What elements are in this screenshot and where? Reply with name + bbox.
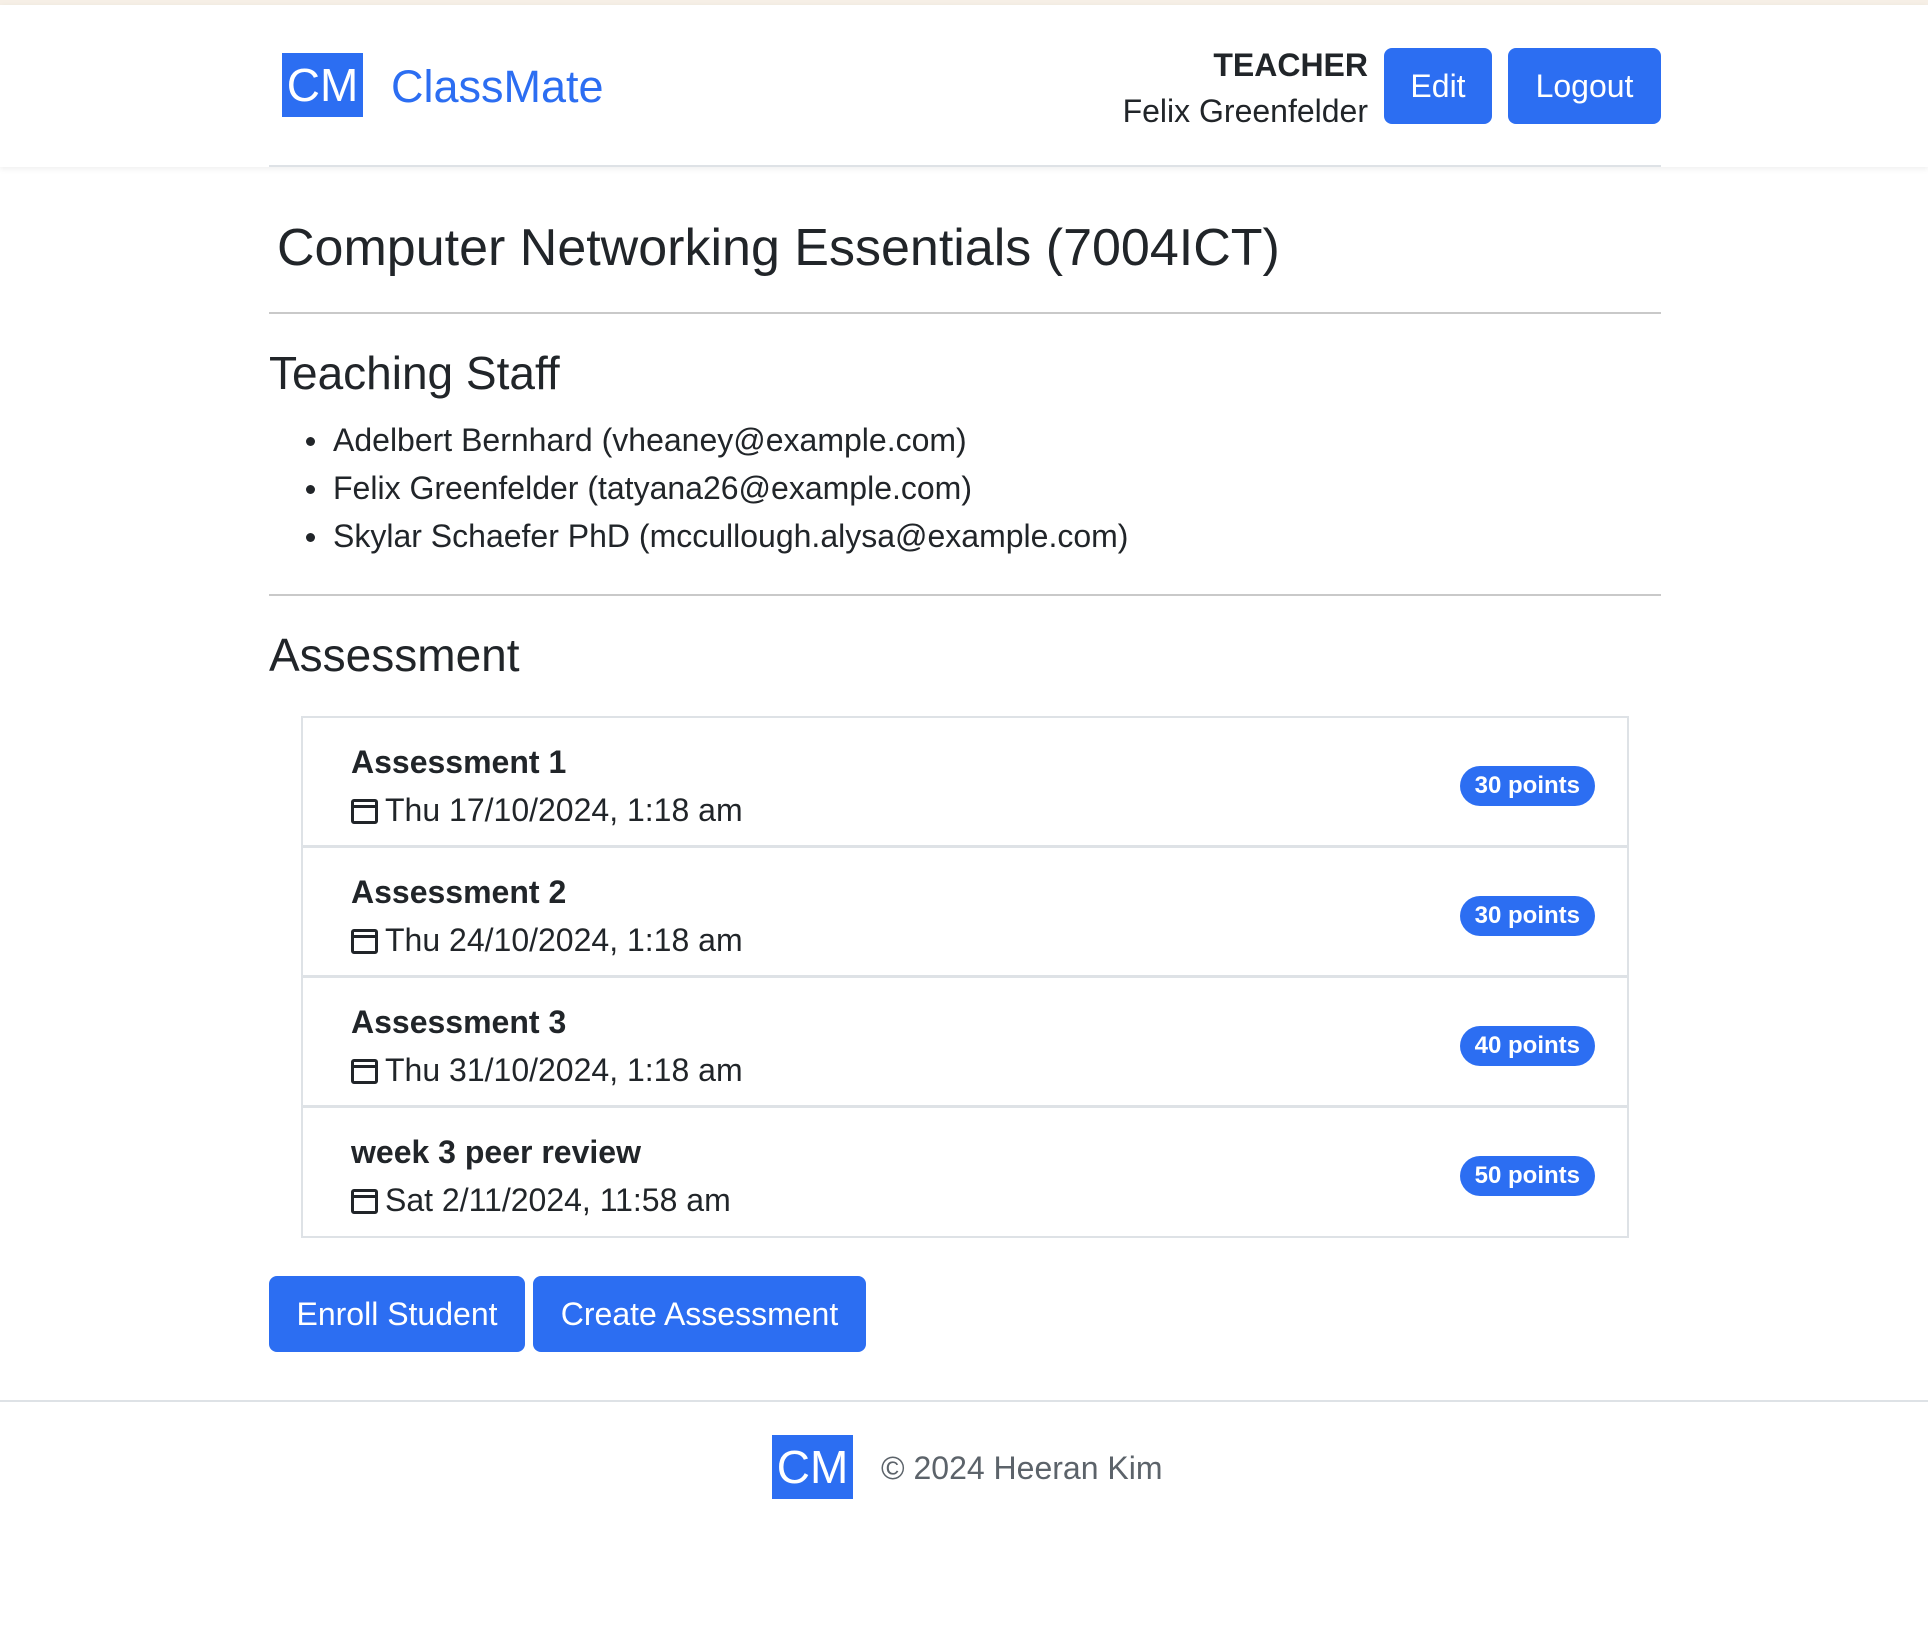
assessment-item[interactable]: Assessment 2 Thu 24/10/2024, 1:18 am 30 … [303,848,1627,978]
assessment-date-text: Thu 24/10/2024, 1:18 am [385,922,743,958]
assessment-date-text: Thu 31/10/2024, 1:18 am [385,1052,743,1088]
assessment-due-date: Sat 2/11/2024, 11:58 am [351,1178,731,1222]
brand-link[interactable]: ClassMate [391,59,604,115]
points-badge: 30 points [1459,766,1595,806]
divider [269,312,1661,314]
page-title: Computer Networking Essentials (7004ICT) [277,219,1280,277]
assessment-date-text: Sat 2/11/2024, 11:58 am [385,1182,731,1218]
logout-button[interactable]: Logout [1508,48,1661,124]
assessment-due-date: Thu 17/10/2024, 1:18 am [351,788,743,832]
calendar-icon [351,1059,378,1084]
divider [269,594,1661,596]
staff-member: Adelbert Bernhard (vheaney@example.com) [269,416,1128,464]
navbar: CM ClassMate TEACHER Felix Greenfelder E… [0,5,1928,167]
assessment-heading: Assessment [269,629,520,681]
user-role: TEACHER [1213,47,1368,83]
footer: CM © 2024 Heeran Kim [0,1400,1928,1630]
user-info: TEACHER Felix Greenfelder [1123,43,1368,135]
staff-member: Felix Greenfelder (tatyana26@example.com… [269,464,1128,512]
teaching-staff-heading: Teaching Staff [269,347,560,399]
navbar-inner: CM ClassMate TEACHER Felix Greenfelder E… [269,5,1661,167]
assessment-date-text: Thu 17/10/2024, 1:18 am [385,792,743,828]
points-badge: 50 points [1459,1156,1595,1196]
edit-button[interactable]: Edit [1384,48,1492,124]
assessment-name: Assessment 1 [351,744,567,780]
calendar-icon [351,1189,378,1214]
assessment-name: Assessment 2 [351,874,567,910]
assessment-item[interactable]: Assessment 1 Thu 17/10/2024, 1:18 am 30 … [303,718,1627,848]
assessment-due-date: Thu 31/10/2024, 1:18 am [351,1048,743,1092]
copyright-text: © 2024 Heeran Kim [881,1450,1163,1486]
points-badge: 30 points [1459,896,1595,936]
calendar-icon [351,799,378,824]
assessment-due-date: Thu 24/10/2024, 1:18 am [351,918,743,962]
user-name: Felix Greenfelder [1122,93,1368,129]
teaching-staff-list: Adelbert Bernhard (vheaney@example.com) … [269,416,1128,560]
assessment-item[interactable]: week 3 peer review Sat 2/11/2024, 11:58 … [303,1108,1627,1236]
assessment-name: Assessment 3 [351,1004,567,1040]
points-badge: 40 points [1459,1026,1595,1066]
calendar-icon [351,929,378,954]
staff-member: Skylar Schaefer PhD (mccullough.alysa@ex… [269,512,1128,560]
footer-logo: CM [772,1435,853,1499]
assessment-list: Assessment 1 Thu 17/10/2024, 1:18 am 30 … [301,716,1629,1238]
logo[interactable]: CM [282,53,363,117]
enroll-student-button[interactable]: Enroll Student [269,1276,525,1352]
assessment-name: week 3 peer review [351,1134,641,1170]
assessment-item[interactable]: Assessment 3 Thu 31/10/2024, 1:18 am 40 … [303,978,1627,1108]
create-assessment-button[interactable]: Create Assessment [533,1276,866,1352]
